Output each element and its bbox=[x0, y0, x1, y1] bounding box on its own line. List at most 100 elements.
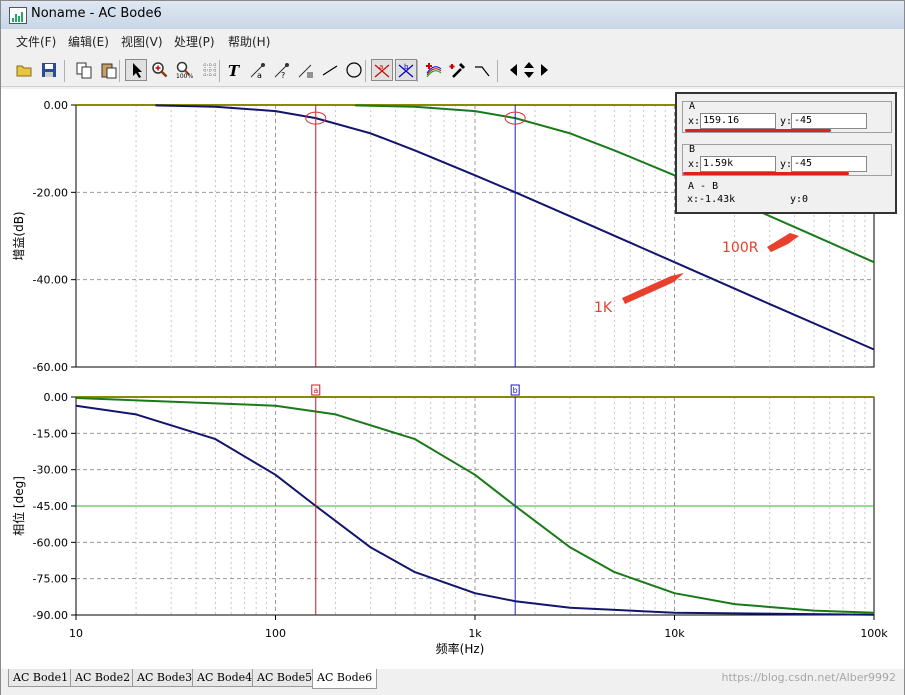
paste-button[interactable] bbox=[98, 59, 120, 81]
ellipse-icon bbox=[346, 62, 362, 78]
cursor-diff-y: y:0 bbox=[790, 194, 809, 205]
text-icon: T bbox=[228, 62, 241, 79]
cursor-diff-label: A - B bbox=[688, 181, 719, 192]
svg-text:b: b bbox=[404, 63, 409, 71]
text-button[interactable]: T bbox=[223, 59, 245, 81]
step-button[interactable] bbox=[471, 59, 493, 81]
toolbar-separator bbox=[64, 60, 65, 82]
svg-text:100%: 100% bbox=[176, 73, 193, 79]
tab-ac-bode2[interactable]: AC Bode2 bbox=[70, 669, 136, 687]
comment-button[interactable]: ? bbox=[271, 59, 293, 81]
copy-icon bbox=[76, 62, 92, 79]
toolbar-separator bbox=[219, 60, 220, 82]
probe-button[interactable] bbox=[447, 59, 469, 81]
svg-text:a: a bbox=[257, 71, 262, 79]
probe-icon bbox=[449, 62, 466, 78]
legend-button[interactable] bbox=[295, 59, 317, 81]
arrow-right-icon bbox=[541, 64, 548, 76]
legend-icon bbox=[298, 64, 313, 78]
svg-text:T: T bbox=[228, 62, 241, 79]
pointer-icon bbox=[133, 63, 142, 78]
y-tick-label: -45.00 bbox=[33, 500, 68, 513]
ellipse-button[interactable] bbox=[343, 59, 365, 81]
annotation-1k-label: 1K bbox=[594, 300, 613, 316]
label-icon: a bbox=[250, 63, 265, 79]
y-tick-label: 0.00 bbox=[44, 99, 69, 112]
comment-icon: ? bbox=[274, 63, 289, 79]
tab-ac-bode6[interactable]: AC Bode6 bbox=[312, 669, 378, 689]
zoom-in-icon bbox=[152, 62, 168, 78]
cursor-b-button[interactable]: b bbox=[395, 59, 417, 81]
cursor-a-label: A bbox=[689, 101, 696, 112]
y-tick-label: -60.00 bbox=[33, 361, 68, 374]
y-tick-label: -15.00 bbox=[33, 427, 68, 440]
menu-edit[interactable]: 编辑(E) bbox=[68, 33, 109, 50]
svg-text:?: ? bbox=[281, 71, 285, 79]
grid-button[interactable] bbox=[199, 59, 221, 81]
open-button[interactable] bbox=[13, 59, 35, 81]
toolbar-separator bbox=[119, 60, 120, 82]
line-button[interactable] bbox=[319, 59, 341, 81]
red-underline bbox=[685, 129, 789, 132]
y-tick-label: -20.00 bbox=[33, 186, 68, 199]
menu-bar: 文件(F) 编辑(E) 视图(V) 处理(P) 帮助(H) bbox=[1, 31, 904, 51]
x-tick-label: 100k bbox=[860, 627, 888, 640]
x-tick-label: 100 bbox=[265, 627, 286, 640]
svg-text:a: a bbox=[379, 63, 383, 71]
cursor-a-handle: a bbox=[311, 384, 321, 396]
cursor-a-y-field[interactable]: -45 bbox=[791, 113, 867, 129]
x-tick-label: 10 bbox=[69, 627, 83, 640]
plot-area[interactable]: 0.00 -20.00 -40.00 -60.00 增益(dB) 0.00 -15.00 -3… bbox=[1, 89, 904, 669]
cursor-a-x-label: x: bbox=[688, 116, 701, 127]
x-axis-label: 频率(Hz) bbox=[436, 641, 485, 656]
cursor-a-button[interactable]: a bbox=[371, 59, 393, 81]
zoom-in-button[interactable] bbox=[149, 59, 171, 81]
tab-ac-bode3[interactable]: AC Bode3 bbox=[132, 669, 198, 687]
toolbar-separator bbox=[365, 60, 366, 82]
cursor-a-icon: a bbox=[374, 63, 390, 78]
menu-view[interactable]: 视图(V) bbox=[121, 33, 163, 50]
tab-ac-bode5[interactable]: AC Bode5 bbox=[252, 669, 318, 687]
menu-file[interactable]: 文件(F) bbox=[16, 33, 56, 50]
cursor-b-y-field[interactable]: -45 bbox=[791, 156, 867, 172]
y-tick-label: -75.00 bbox=[33, 573, 68, 586]
red-underline bbox=[683, 172, 849, 175]
menu-help[interactable]: 帮助(H) bbox=[228, 33, 270, 50]
watermark: https://blog.csdn.net/Alber9992 bbox=[721, 671, 896, 684]
save-icon bbox=[42, 63, 56, 77]
pointer-button[interactable] bbox=[125, 59, 147, 81]
cursor-b-handle: b bbox=[510, 384, 520, 396]
cursor-b-x-label: x: bbox=[688, 159, 701, 170]
cursor-a-label: a bbox=[313, 386, 318, 395]
curves-icon bbox=[426, 63, 442, 78]
save-button[interactable] bbox=[38, 59, 60, 81]
x-tick-label: 10k bbox=[664, 627, 685, 640]
menu-process[interactable]: 处理(P) bbox=[174, 33, 215, 50]
cursor-b-label: b bbox=[513, 386, 518, 395]
copy-button[interactable] bbox=[73, 59, 95, 81]
y-tick-label: -40.00 bbox=[33, 274, 68, 287]
toolbar-separator bbox=[417, 60, 418, 82]
cursor-b-x-field[interactable]: 1.59k bbox=[700, 156, 776, 172]
toolbar: 100% Ta? a b bbox=[1, 56, 904, 87]
cursor-panel: A x: 159.16 y: -45 B x: 1.59k y: -45 A -… bbox=[675, 92, 897, 214]
zoom-100-button[interactable]: 100% bbox=[173, 59, 195, 81]
tab-ac-bode4[interactable]: AC Bode4 bbox=[192, 669, 258, 687]
title-bar[interactable]: Noname - AC Bode6 bbox=[1, 1, 904, 29]
tab-ac-bode1[interactable]: AC Bode1 bbox=[8, 669, 74, 687]
toolbar-separator bbox=[497, 60, 498, 82]
cursor-a-x-field[interactable]: 159.16 bbox=[700, 113, 776, 129]
step-icon bbox=[475, 66, 490, 77]
zoom-100-icon: 100% bbox=[176, 61, 193, 79]
app-window: Noname - AC Bode6 文件(F) 编辑(E) 视图(V) 处理(P… bbox=[0, 0, 905, 695]
y-tick-label: -60.00 bbox=[33, 536, 68, 549]
curves-button[interactable] bbox=[423, 59, 445, 81]
y-axis-label: 增益(dB) bbox=[12, 211, 26, 260]
arrow-right-button[interactable] bbox=[533, 59, 555, 81]
x-tick-label: 1k bbox=[468, 627, 482, 640]
y-tick-label: -90.00 bbox=[33, 609, 68, 622]
grid-icon bbox=[203, 63, 217, 77]
cursor-diff-group: A - B x:-1.43k y:0 bbox=[682, 180, 890, 208]
label-button[interactable]: a bbox=[247, 59, 269, 81]
window-title: Noname - AC Bode6 bbox=[31, 6, 162, 21]
